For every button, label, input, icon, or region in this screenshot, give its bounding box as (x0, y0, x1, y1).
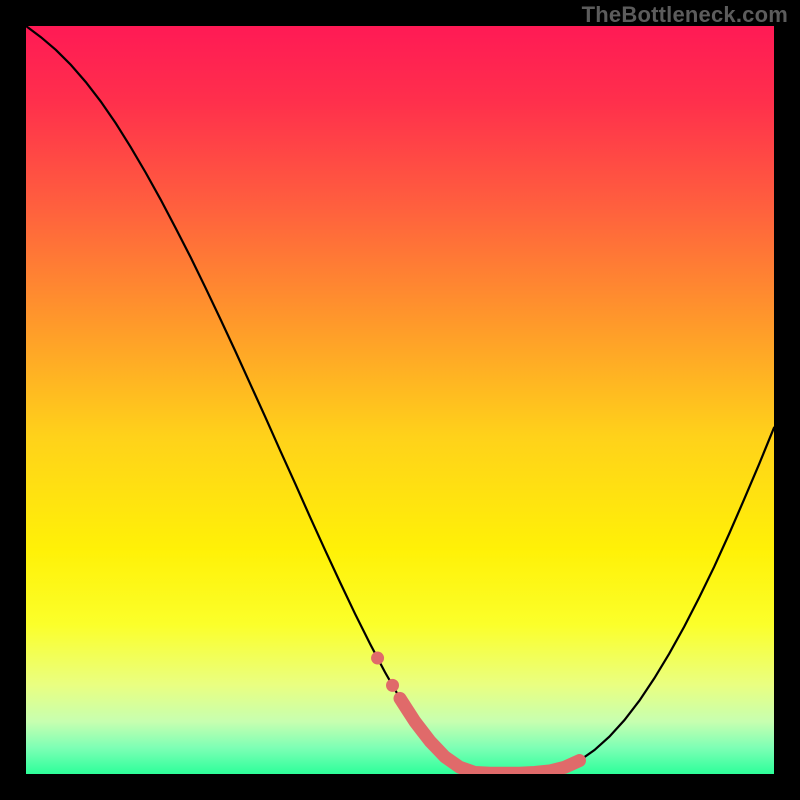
plot-area (26, 26, 774, 774)
highlight-dot (371, 652, 384, 665)
chart-frame: TheBottleneck.com (0, 0, 800, 800)
gradient-background (26, 26, 774, 774)
watermark-text: TheBottleneck.com (582, 2, 788, 28)
chart-svg (26, 26, 774, 774)
highlight-dot (386, 679, 399, 692)
